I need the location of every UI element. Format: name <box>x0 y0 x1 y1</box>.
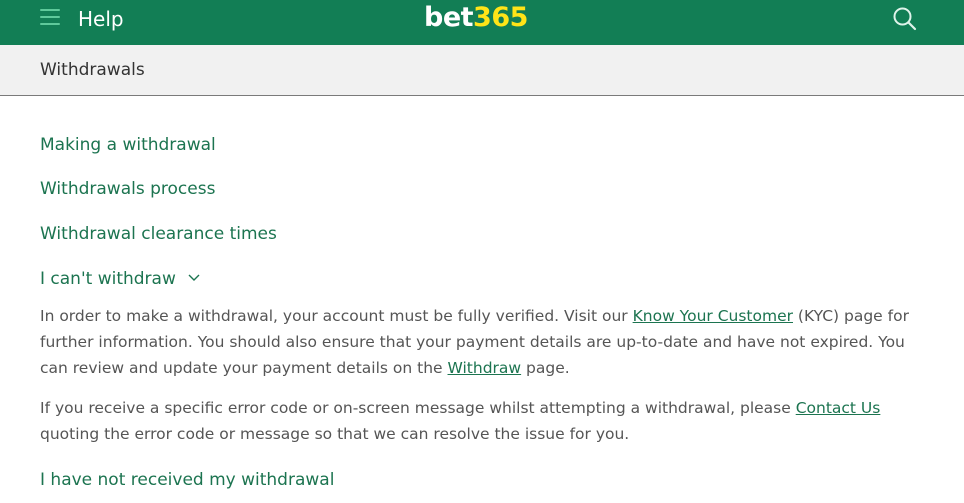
logo-365-text: 365 <box>473 2 528 33</box>
know-your-customer-link[interactable]: Know Your Customer <box>633 307 793 325</box>
logo-bet-text: bet <box>424 2 474 33</box>
chevron-down-icon <box>188 274 200 281</box>
topic-i-cant-withdraw[interactable]: I can't withdraw <box>40 268 200 290</box>
top-bar: Help bet365 <box>0 0 964 45</box>
section-header: Withdrawals <box>0 45 964 96</box>
help-title: Help <box>78 7 124 31</box>
error-code-paragraph: If you receive a specific error code or … <box>40 395 910 447</box>
contact-us-link[interactable]: Contact Us <box>796 399 881 417</box>
topic-withdrawals-process[interactable]: Withdrawals process <box>40 178 215 200</box>
page-title: Withdrawals <box>40 60 145 80</box>
search-icon[interactable] <box>892 6 918 32</box>
paragraph-text: If you receive a specific error code or … <box>40 399 796 417</box>
paragraph-text: page. <box>521 359 570 377</box>
kyc-paragraph: In order to make a withdrawal, your acco… <box>40 303 910 381</box>
topic-label: I can't withdraw <box>40 269 176 289</box>
hamburger-menu-icon[interactable] <box>40 9 60 25</box>
withdraw-link[interactable]: Withdraw <box>448 359 522 377</box>
bet365-logo[interactable]: bet365 <box>424 3 528 33</box>
topic-withdrawal-clearance-times[interactable]: Withdrawal clearance times <box>40 223 277 245</box>
paragraph-text: In order to make a withdrawal, your acco… <box>40 307 633 325</box>
topic-not-received-withdrawal[interactable]: I have not received my withdrawal <box>40 469 334 491</box>
paragraph-text: quoting the error code or message so tha… <box>40 425 630 443</box>
topic-making-a-withdrawal[interactable]: Making a withdrawal <box>40 134 216 156</box>
